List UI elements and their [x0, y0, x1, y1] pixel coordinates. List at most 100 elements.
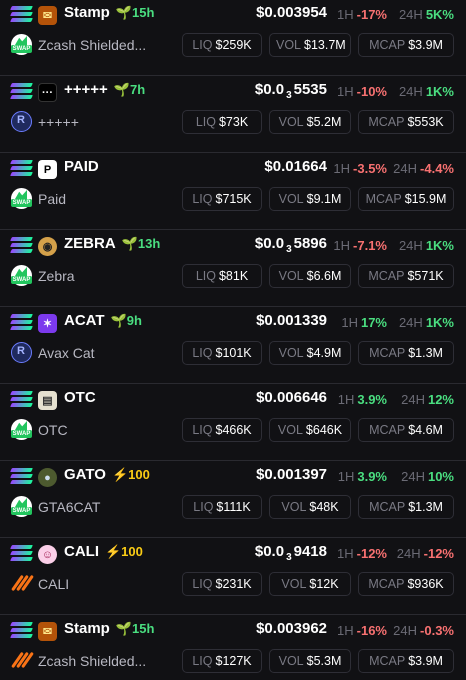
otc-icon: ▤	[38, 391, 57, 410]
token-price: $0.001339	[256, 312, 327, 329]
token-name: Avax Cat	[38, 345, 95, 361]
change-24h: 24H 1K%	[399, 238, 454, 253]
price-zero-count: 3	[286, 90, 292, 101]
token-price: $0.0 3 5535	[254, 81, 327, 101]
vol-label: VOL	[278, 115, 304, 129]
change-24h-label: 24H	[393, 161, 418, 176]
token-row[interactable]: ◉ ZEBRA🌱13h Zebra $0.035896 1H-7.1% 24H1…	[0, 229, 466, 307]
change-24h-value: 10%	[427, 469, 454, 484]
token-price: $0.0 3 5896	[254, 235, 327, 255]
liq-label: LIQ	[195, 269, 216, 283]
volume-pill: VOL $5.3M	[269, 649, 351, 673]
change-1h-label: 1H	[333, 238, 351, 253]
change-1h-value: 3.9%	[357, 392, 387, 407]
liq-value: $101K	[215, 346, 252, 360]
change-24h: 24H 12%	[401, 392, 454, 407]
change-24h-label: 24H	[396, 546, 421, 561]
token-name: Zebra	[38, 268, 75, 284]
mcap-label: MCAP	[369, 38, 406, 52]
market-cap-pill: MCAP $15.9M	[358, 187, 454, 211]
change-24h-label: 24H	[401, 469, 425, 484]
change-24h-value: 5K%	[425, 7, 454, 22]
token-age: 🌱15h	[115, 621, 155, 636]
change-24h-value: 12%	[427, 392, 454, 407]
token-age: 🌱9h	[110, 313, 142, 328]
price-main: $0.003954	[256, 4, 327, 21]
change-1h: 1H 3.9%	[338, 392, 387, 407]
change-1h-value: -16%	[356, 623, 387, 638]
liquidity-pill: LIQ $715K	[182, 187, 262, 211]
price-tail: 9418	[293, 543, 327, 560]
volume-pill: VOL $646K	[269, 418, 351, 442]
price-zero-count: 3	[286, 552, 292, 563]
mcap-label: MCAP	[369, 423, 406, 437]
mcap-value: $3.9M	[408, 654, 443, 668]
mcap-label: MCAP	[368, 115, 405, 129]
price-main: $0.0	[254, 81, 285, 98]
solana-icon	[10, 237, 33, 255]
token-symbol: PAID	[64, 158, 99, 175]
mcap-value: $553K	[407, 115, 444, 129]
token-row[interactable]: ··· +++++🌱7h +++++ $0.035535 1H-10% 24H1…	[0, 75, 466, 153]
mcap-value: $1.3M	[408, 500, 443, 514]
market-cap-pill: MCAP $571K	[358, 264, 454, 288]
change-1h: 1H -3.5%	[333, 161, 387, 176]
token-symbol: +++++ 🌱7h	[64, 81, 145, 98]
vol-value: $12K	[309, 577, 339, 591]
change-1h-label: 1H	[341, 315, 358, 330]
market-cap-pill: MCAP $1.3M	[358, 341, 454, 365]
token-symbol-text: GATO	[64, 466, 106, 483]
change-1h: 1H 17%	[341, 315, 387, 330]
liquidity-pill: LIQ $127K	[182, 649, 262, 673]
boost-badge: ⚡100	[105, 544, 143, 559]
solana-icon	[10, 6, 33, 24]
liq-label: LIQ	[193, 500, 214, 514]
token-price: $0.0 3 9418	[255, 543, 327, 563]
token-row[interactable]: ✉ Stamp 🌱15h Zcash Shielded... $0.003962 …	[0, 614, 466, 680]
dots-icon: ···	[38, 83, 57, 102]
raydium-icon	[11, 342, 32, 363]
change-24h-label: 24H	[401, 392, 425, 407]
change-24h-value: -0.3%	[420, 623, 454, 638]
change-24h: 24H -0.3%	[393, 623, 454, 638]
vol-value: $13.7M	[304, 38, 346, 52]
change-24h: 24H 5K%	[399, 7, 454, 22]
mcap-label: MCAP	[369, 500, 406, 514]
avax-cat-icon: ✶	[38, 314, 57, 333]
change-1h-label: 1H	[337, 392, 355, 407]
token-price: $0.003962	[256, 620, 327, 637]
market-cap-pill: MCAP $3.9M	[358, 33, 454, 57]
liquidity-pill: LIQ $111K	[182, 495, 262, 519]
token-row[interactable]: ☺ CALI ⚡100 CALI $0.0 3 9418 1H -12% 24H -12%…	[0, 537, 466, 615]
token-name: OTC	[38, 422, 68, 438]
vol-value: $4.9M	[306, 346, 342, 360]
liquidity-pill: LIQ $73K	[182, 110, 262, 134]
liq-value: $73K	[218, 115, 249, 129]
token-price: $0.001397	[256, 466, 327, 483]
price-zero-count: 3	[286, 244, 292, 255]
token-row[interactable]: ▤ OTC OTC $0.006646 1H3.9% 24H12% LIQ$46…	[0, 383, 466, 461]
liq-label: LIQ	[192, 654, 213, 668]
token-row[interactable]: ● GATO⚡100 GTA6CAT $0.001397 1H3.9% 24H1…	[0, 460, 466, 538]
liquidity-pill: LIQ $101K	[182, 341, 262, 365]
liquidity-pill: LIQ $81K	[182, 264, 262, 288]
price-main: $0.0	[254, 235, 285, 252]
price-main: $0.001339	[256, 312, 327, 329]
token-symbol: CALI ⚡100	[64, 543, 143, 560]
token-symbol: GATO ⚡100	[64, 466, 150, 483]
token-name: GTA6CAT	[38, 499, 101, 515]
token-row[interactable]: ✶ ACAT 🌱9h Avax Cat $0.001339 1H17% 24H1K…	[0, 306, 466, 384]
change-24h: 24H 10%	[401, 469, 454, 484]
vol-value: $5.3M	[306, 654, 342, 668]
change-24h: 24H -4.4%	[393, 161, 454, 176]
change-24h: 24H -12%	[397, 546, 454, 561]
token-row[interactable]: ✉ Stamp🌱15h Zcash Shielded... $0.003954 …	[0, 0, 466, 76]
change-1h-value: 17%	[360, 315, 387, 330]
price-main: $0.01664	[264, 158, 327, 175]
token-row[interactable]: P PAID Paid $0.01664 1H-3.5% 24H-4.4% LI…	[0, 152, 466, 230]
price-main: $0.006646	[256, 389, 327, 406]
mcap-value: $4.6M	[408, 423, 443, 437]
token-price: $0.006646	[256, 389, 327, 406]
liquidity-pill: LIQ $231K	[182, 572, 262, 596]
mcap-label: MCAP	[365, 192, 402, 206]
